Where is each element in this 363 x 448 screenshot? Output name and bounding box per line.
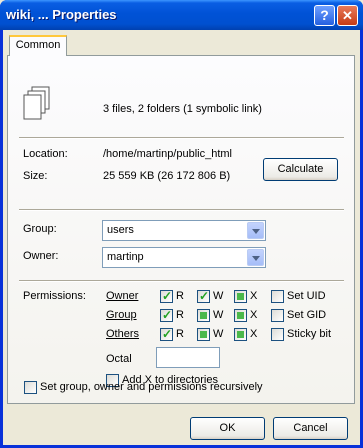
perm-row-group-label: Group (106, 309, 137, 321)
others-write-checkbox[interactable] (197, 328, 210, 341)
recursive-label: Set group, owner and permissions recursi… (40, 381, 263, 393)
files-icon (23, 86, 50, 120)
group-write-checkbox[interactable] (197, 309, 210, 322)
group-label: Group: (23, 223, 57, 235)
recursive-checkbox[interactable] (24, 381, 37, 394)
group-read-checkbox[interactable] (160, 308, 173, 322)
separator (19, 209, 344, 211)
separator (19, 137, 344, 139)
group-select[interactable]: users (102, 220, 266, 241)
group-exec-checkbox[interactable] (234, 309, 247, 322)
others-read-label: R (176, 328, 184, 340)
others-write-label: W (213, 328, 224, 340)
setgid-label: Set GID (287, 309, 327, 321)
calculate-button[interactable]: Calculate (263, 158, 338, 181)
tab-panel: 3 files, 2 folders (1 symbolic link) Loc… (7, 55, 355, 404)
summary-text: 3 files, 2 folders (1 symbolic link) (103, 103, 262, 115)
owner-write-label: W (213, 290, 224, 302)
help-button[interactable]: ? (314, 5, 335, 26)
setuid-checkbox[interactable] (271, 290, 284, 303)
owner-write-checkbox[interactable] (197, 289, 210, 303)
permissions-label: Permissions: (23, 290, 86, 302)
group-exec-label: X (250, 309, 258, 321)
perm-row-others-label: Others (106, 328, 140, 340)
size-value: 25 559 KB (26 172 806 B) (103, 170, 231, 182)
perm-row-owner-label: Owner (106, 290, 139, 302)
tab-common[interactable]: Common (9, 35, 67, 56)
owner-exec-checkbox[interactable] (234, 290, 247, 303)
properties-dialog: wiki, ... Properties ? ✕ Common 3 files,… (0, 0, 363, 448)
setuid-label: Set UID (287, 290, 326, 302)
owner-exec-label: X (250, 290, 258, 302)
sticky-bit-label: Sticky bit (287, 328, 332, 340)
chevron-down-icon[interactable] (247, 222, 264, 239)
owner-label: Owner: (23, 250, 59, 262)
chevron-down-icon[interactable] (247, 249, 264, 266)
close-button[interactable]: ✕ (337, 5, 358, 26)
owner-read-label: R (176, 290, 184, 302)
ok-button[interactable]: OK (190, 417, 265, 440)
owner-select[interactable]: martinp (102, 247, 266, 268)
group-write-label: W (213, 309, 224, 321)
sticky-bit-checkbox[interactable] (271, 328, 284, 341)
size-label: Size: (23, 170, 48, 182)
others-exec-checkbox[interactable] (234, 328, 247, 341)
octal-input[interactable] (156, 347, 220, 368)
cancel-button[interactable]: Cancel (273, 417, 348, 440)
dialog-body: Common 3 files, 2 folders (1 symbolic li… (3, 30, 360, 445)
location-label: Location: (23, 148, 68, 160)
window-title: wiki, ... Properties (6, 7, 117, 22)
title-bar[interactable]: wiki, ... Properties ? ✕ (0, 0, 363, 30)
others-read-checkbox[interactable] (160, 327, 173, 341)
setgid-checkbox[interactable] (271, 309, 284, 322)
owner-read-checkbox[interactable] (160, 289, 173, 303)
separator (19, 280, 344, 282)
others-exec-label: X (250, 328, 258, 340)
octal-label: Octal (106, 353, 132, 365)
location-value: /home/martinp/public_html (103, 148, 233, 160)
group-read-label: R (176, 309, 184, 321)
